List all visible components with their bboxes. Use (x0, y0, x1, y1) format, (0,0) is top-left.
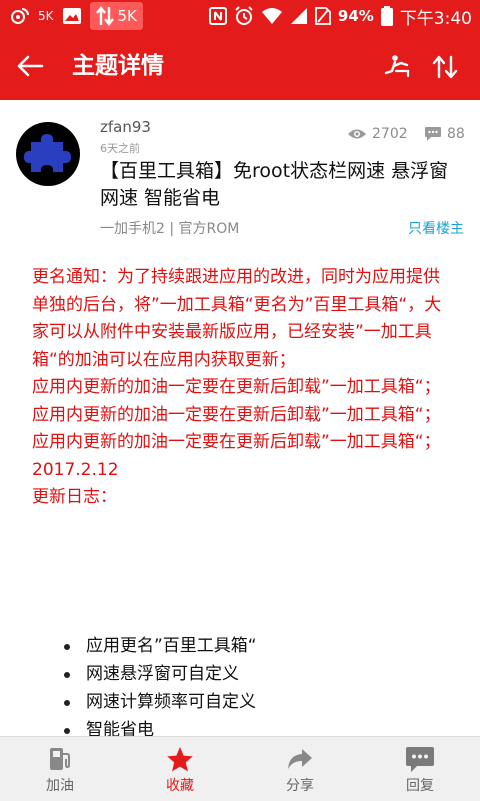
reply-bubble-icon (406, 747, 434, 772)
list-item: 网速计算频率可自定义 (60, 688, 460, 716)
forum-label[interactable]: 一加手机2 | 官方ROM (100, 218, 239, 238)
update-reminder-3: 应用内更新的加油一定要在更新后卸载”一加工具箱“； (32, 432, 441, 452)
share-button[interactable]: 分享 (240, 737, 360, 801)
jump-floor-button[interactable] (382, 52, 412, 82)
fuel-pump-icon (50, 748, 70, 770)
refuel-button[interactable]: 加油 (0, 737, 120, 801)
favorite-label: 收藏 (166, 778, 194, 794)
nfc-icon (208, 7, 227, 25)
update-reminder-1: 应用内更新的加油一定要在更新后卸载”一加工具箱“； (32, 377, 441, 397)
network-speed-pill: 5K (89, 2, 143, 30)
data-transfer-icon (95, 5, 114, 27)
sort-icon (432, 55, 458, 79)
comment-icon (425, 127, 441, 141)
jump-icon (384, 55, 410, 78)
bottom-action-bar: 加油 收藏 分享 回复 (0, 736, 480, 801)
status-bar: 5K 5K 94% 下午3:40 (0, 0, 480, 32)
view-count: 2702 (347, 126, 408, 142)
avatar[interactable] (16, 122, 80, 186)
share-label: 分享 (286, 778, 314, 794)
view-count-value: 2702 (372, 126, 408, 142)
list-item: 应用更名”百里工具箱“ (60, 632, 460, 660)
alarm-icon (234, 6, 254, 26)
rename-notice: 更名通知：为了持续跟进应用的改进，同时为应用提供单独的后台，将”一加工具箱“更名… (32, 267, 442, 370)
network-speed-right: 5K (117, 7, 137, 25)
app-bar: 主题详情 (0, 32, 480, 100)
wifi-icon (261, 7, 283, 25)
image-notification-icon (62, 7, 82, 25)
only-op-button[interactable]: 只看楼主 (408, 218, 464, 238)
clock: 下午3:40 (399, 8, 472, 29)
favorite-button[interactable]: 收藏 (120, 737, 240, 801)
back-button[interactable] (14, 52, 46, 80)
author-name[interactable]: zfan93 (100, 118, 151, 136)
post-title: 【百里工具箱】免root状态栏网速 悬浮窗网速 智能省电 (100, 160, 449, 209)
changelog-list: 应用更名”百里工具箱“ 网速悬浮窗可自定义 网速计算频率可自定义 智能省电 (60, 632, 460, 744)
post-time: 6天之前 (100, 142, 140, 155)
reply-label: 回复 (406, 778, 434, 794)
network-speed-left: 5K (38, 9, 54, 23)
update-reminder-2: 应用内更新的加油一定要在更新后卸载”一加工具箱“； (32, 404, 441, 425)
no-sim-icon (315, 7, 331, 25)
share-arrow-icon (288, 749, 312, 769)
weibo-notification-icon (10, 7, 30, 25)
changelog-title: 更新日志： (32, 487, 117, 507)
update-date: 2017.2.12 (32, 459, 119, 480)
puzzle-avatar-icon (24, 134, 71, 172)
battery-percent: 94% (337, 7, 374, 25)
list-item: 网速悬浮窗可自定义 (60, 660, 460, 688)
page-title: 主题详情 (72, 53, 164, 79)
reply-count-value: 88 (447, 126, 465, 142)
reply-button[interactable]: 回复 (360, 737, 480, 801)
star-icon (167, 746, 193, 771)
battery-icon (380, 6, 393, 26)
sort-button[interactable] (430, 52, 460, 82)
cellular-signal-icon (290, 7, 308, 25)
refuel-label: 加油 (46, 778, 74, 794)
reply-count: 88 (424, 126, 465, 142)
eye-icon (348, 129, 366, 139)
arrow-left-icon (17, 55, 44, 77)
post-body: 更名通知：为了持续跟进应用的改进，同时为应用提供单独的后台，将”一加工具箱“更名… (32, 264, 448, 512)
